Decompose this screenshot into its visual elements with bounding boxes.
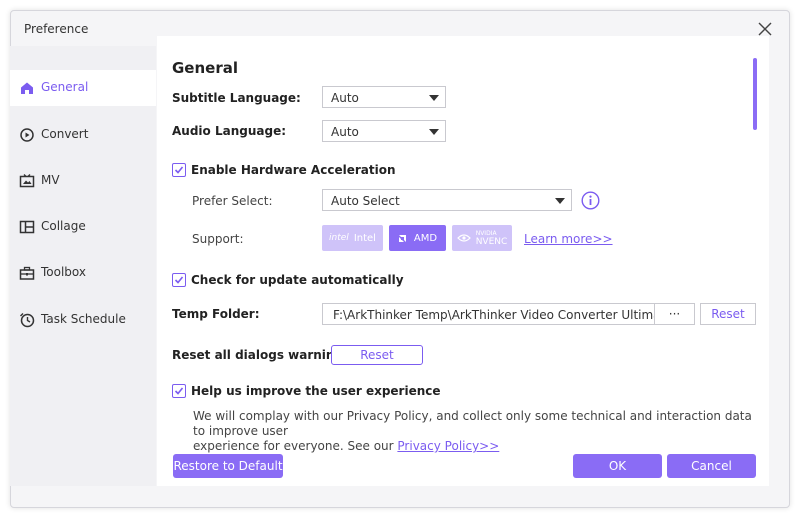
toolbox-icon <box>19 266 35 280</box>
sidebar-item-mv[interactable]: MV <box>10 163 156 199</box>
chevron-down-icon <box>555 198 565 204</box>
convert-icon <box>20 128 34 142</box>
mv-icon <box>19 174 35 188</box>
amd-logo-icon <box>398 234 406 242</box>
cancel-button[interactable]: Cancel <box>667 454 756 478</box>
sidebar-item-label: MV <box>41 173 60 187</box>
learn-more-link[interactable]: Learn more>> <box>524 232 613 246</box>
check-icon <box>174 276 184 284</box>
reset-dialogs-button[interactable]: Reset <box>331 345 423 365</box>
subtitle-language-label: Subtitle Language: <box>172 91 301 105</box>
clock-icon <box>20 313 35 328</box>
sidebar-item-convert[interactable]: Convert <box>10 117 156 153</box>
amd-chip[interactable]: AMD <box>389 225 446 251</box>
restore-default-button[interactable]: Restore to Default <box>173 454 283 478</box>
page-title: General <box>172 59 238 77</box>
sidebar-item-general[interactable]: General <box>10 70 156 106</box>
privacy-description: We will complay with our Privacy Policy,… <box>193 409 752 453</box>
window-title: Preference <box>24 22 89 36</box>
subtitle-language-select[interactable]: Auto <box>322 86 446 108</box>
check-icon <box>174 387 184 395</box>
temp-folder-path-field[interactable]: F:\ArkThinker Temp\ArkThinker Video Conv… <box>322 303 673 325</box>
nvidia-chip[interactable]: NVIDIA NVENC <box>452 225 512 251</box>
support-label: Support: <box>192 232 244 246</box>
chevron-down-icon <box>429 95 439 101</box>
temp-folder-label: Temp Folder: <box>172 307 260 321</box>
improve-experience-label: Help us improve the user experience <box>191 384 441 398</box>
chevron-down-icon <box>429 129 439 135</box>
audio-language-label: Audio Language: <box>172 124 286 138</box>
prefer-select-label: Prefer Select: <box>192 194 273 208</box>
sidebar: General Convert MV Collage Toolbox Task … <box>10 46 156 486</box>
check-update-checkbox[interactable] <box>172 273 186 287</box>
improve-experience-checkbox[interactable] <box>172 384 186 398</box>
sidebar-item-label: Toolbox <box>41 265 86 279</box>
reset-dialogs-label: Reset all dialogs warnings: <box>172 348 355 362</box>
sidebar-item-label: General <box>41 80 89 94</box>
sidebar-item-collage[interactable]: Collage <box>10 209 156 245</box>
sidebar-item-label: Task Schedule <box>41 312 126 326</box>
check-update-label: Check for update automatically <box>191 273 404 287</box>
check-icon <box>174 166 184 174</box>
temp-folder-reset-button[interactable]: Reset <box>700 303 756 325</box>
nvidia-eye-icon <box>456 234 471 242</box>
intel-chip[interactable]: intel Intel <box>322 225 383 251</box>
audio-language-select[interactable]: Auto <box>322 120 446 142</box>
sidebar-item-label: Collage <box>41 219 86 233</box>
scrollbar-thumb[interactable] <box>753 58 757 130</box>
privacy-policy-link[interactable]: Privacy Policy>> <box>397 439 499 453</box>
browse-folder-button[interactable]: ··· <box>654 303 695 325</box>
sidebar-item-toolbox[interactable]: Toolbox <box>10 255 156 291</box>
hardware-acceleration-checkbox[interactable] <box>172 163 186 177</box>
collage-icon <box>19 220 35 234</box>
prefer-select-dropdown[interactable]: Auto Select <box>322 189 572 211</box>
sidebar-item-task-schedule[interactable]: Task Schedule <box>10 302 156 338</box>
sidebar-item-label: Convert <box>41 127 89 141</box>
info-icon[interactable] <box>581 191 600 210</box>
home-icon <box>21 82 33 94</box>
hardware-acceleration-label: Enable Hardware Acceleration <box>191 163 396 177</box>
intel-logo: intel <box>329 233 349 243</box>
nvidia-text: NVIDIA NVENC <box>475 230 508 247</box>
ok-button[interactable]: OK <box>573 454 662 478</box>
